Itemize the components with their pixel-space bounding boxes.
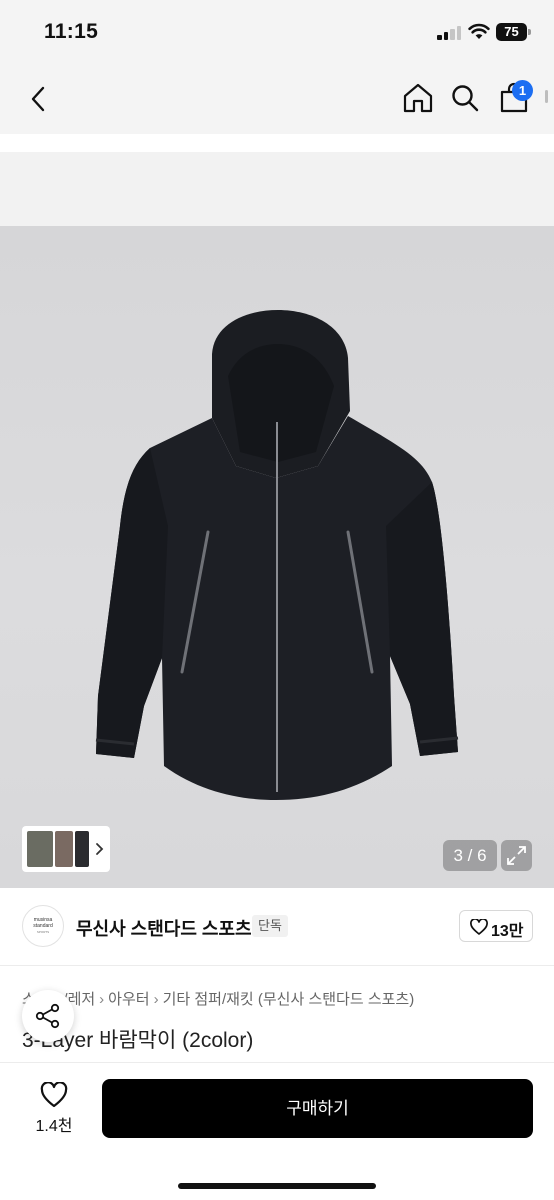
breadcrumb: 스포츠/레저›아우터›기타 점퍼/재킷 (무신사 스탠다드 스포츠) (22, 988, 414, 1009)
search-icon[interactable] (450, 83, 480, 113)
cart-count-badge: 1 (512, 80, 533, 101)
image-counter: 3 / 6 (443, 840, 497, 871)
nav-bar (0, 62, 554, 134)
thumbnail-jacket-black[interactable] (75, 831, 89, 867)
share-icon (35, 1003, 60, 1029)
breadcrumb-brand[interactable]: (무신사 스탠다드 스포츠) (258, 991, 414, 1008)
home-indicator (178, 1183, 376, 1189)
banner-area (0, 152, 554, 226)
status-time: 11:15 (44, 20, 99, 43)
scrollbar-thumb (545, 90, 548, 103)
wishlist-heart-icon[interactable] (40, 1082, 68, 1108)
brand-like-count: 13만 (491, 923, 524, 940)
brand-like-button[interactable]: 13만 (459, 910, 533, 942)
share-button[interactable] (22, 990, 74, 1042)
wifi-icon (468, 23, 490, 39)
back-arrow-icon[interactable] (26, 84, 52, 114)
product-image[interactable] (0, 226, 554, 888)
cellular-signal-icon (437, 26, 463, 40)
breadcrumb-item[interactable]: 기타 점퍼/재킷 (163, 991, 254, 1008)
chevron-right-icon[interactable] (93, 841, 105, 857)
thumbnail-model-olive[interactable] (27, 831, 53, 867)
brand-name[interactable]: 무신사 스탠다드 스포츠 (76, 915, 252, 941)
thumbnail-jacket-brown[interactable] (55, 831, 73, 867)
expand-icon (507, 846, 526, 865)
wishlist-count: 1.4천 (35, 1118, 73, 1135)
jacket-illustration (95, 310, 459, 800)
brand-row: musinsa standard SPORTS 무신사 스탠다드 스포츠 단독 … (0, 888, 554, 966)
home-icon[interactable] (402, 82, 434, 114)
brand-logo[interactable]: musinsa standard SPORTS (22, 905, 64, 947)
battery-icon: 75 (496, 23, 527, 41)
expand-image-button[interactable] (501, 840, 532, 871)
heart-icon (470, 919, 488, 935)
buy-button[interactable]: 구매하기 (102, 1079, 533, 1138)
status-bar: 11:15 75 (0, 0, 554, 62)
exclusive-badge: 단독 (252, 915, 288, 937)
breadcrumb-item[interactable]: 아우터 (108, 991, 149, 1008)
battery-cap (528, 29, 531, 35)
